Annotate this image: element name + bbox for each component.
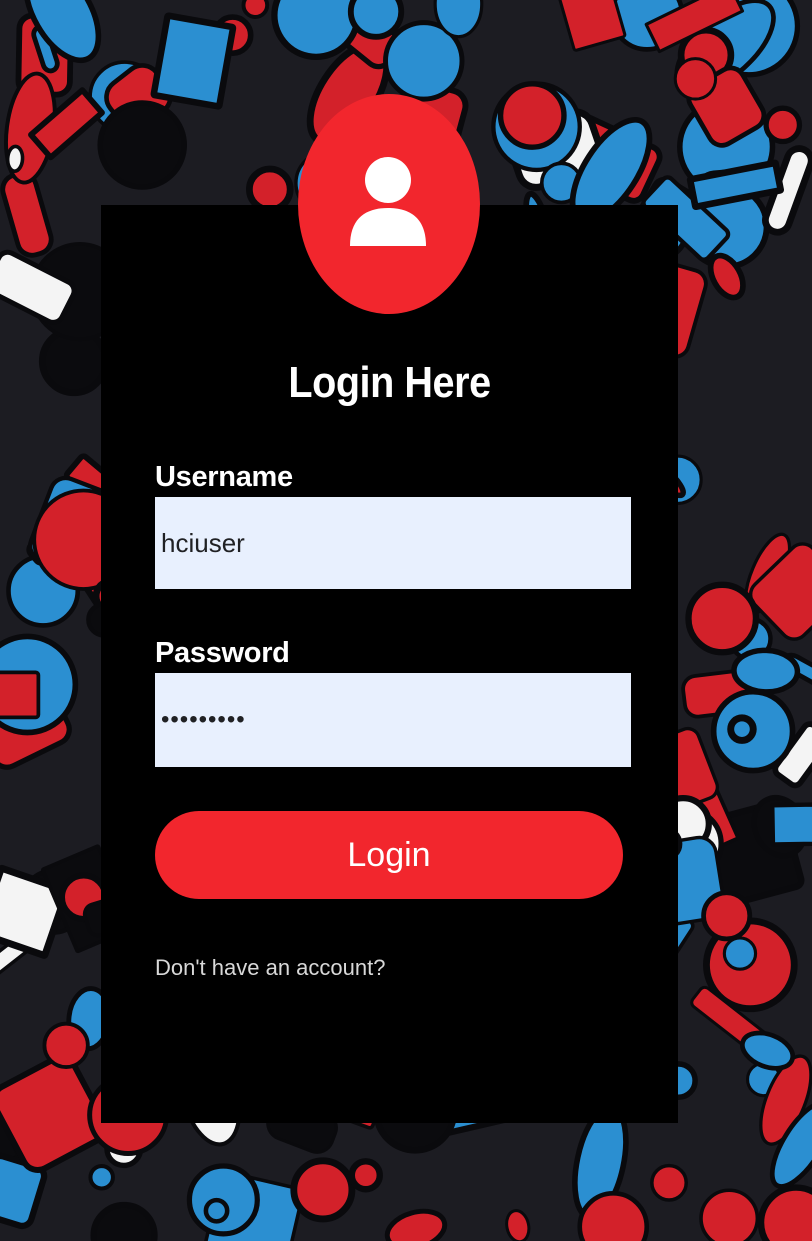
avatar [298, 94, 480, 314]
signup-link[interactable]: Don't have an account? [155, 955, 385, 981]
username-label: Username [155, 461, 293, 493]
login-button[interactable]: Login [155, 811, 623, 899]
password-label: Password [155, 637, 290, 669]
page-title: Login Here [288, 358, 491, 407]
login-page: Login Here Username Password Login Don't… [0, 0, 812, 1241]
password-input[interactable] [155, 673, 631, 767]
username-input[interactable] [155, 497, 631, 589]
user-icon [350, 157, 426, 246]
